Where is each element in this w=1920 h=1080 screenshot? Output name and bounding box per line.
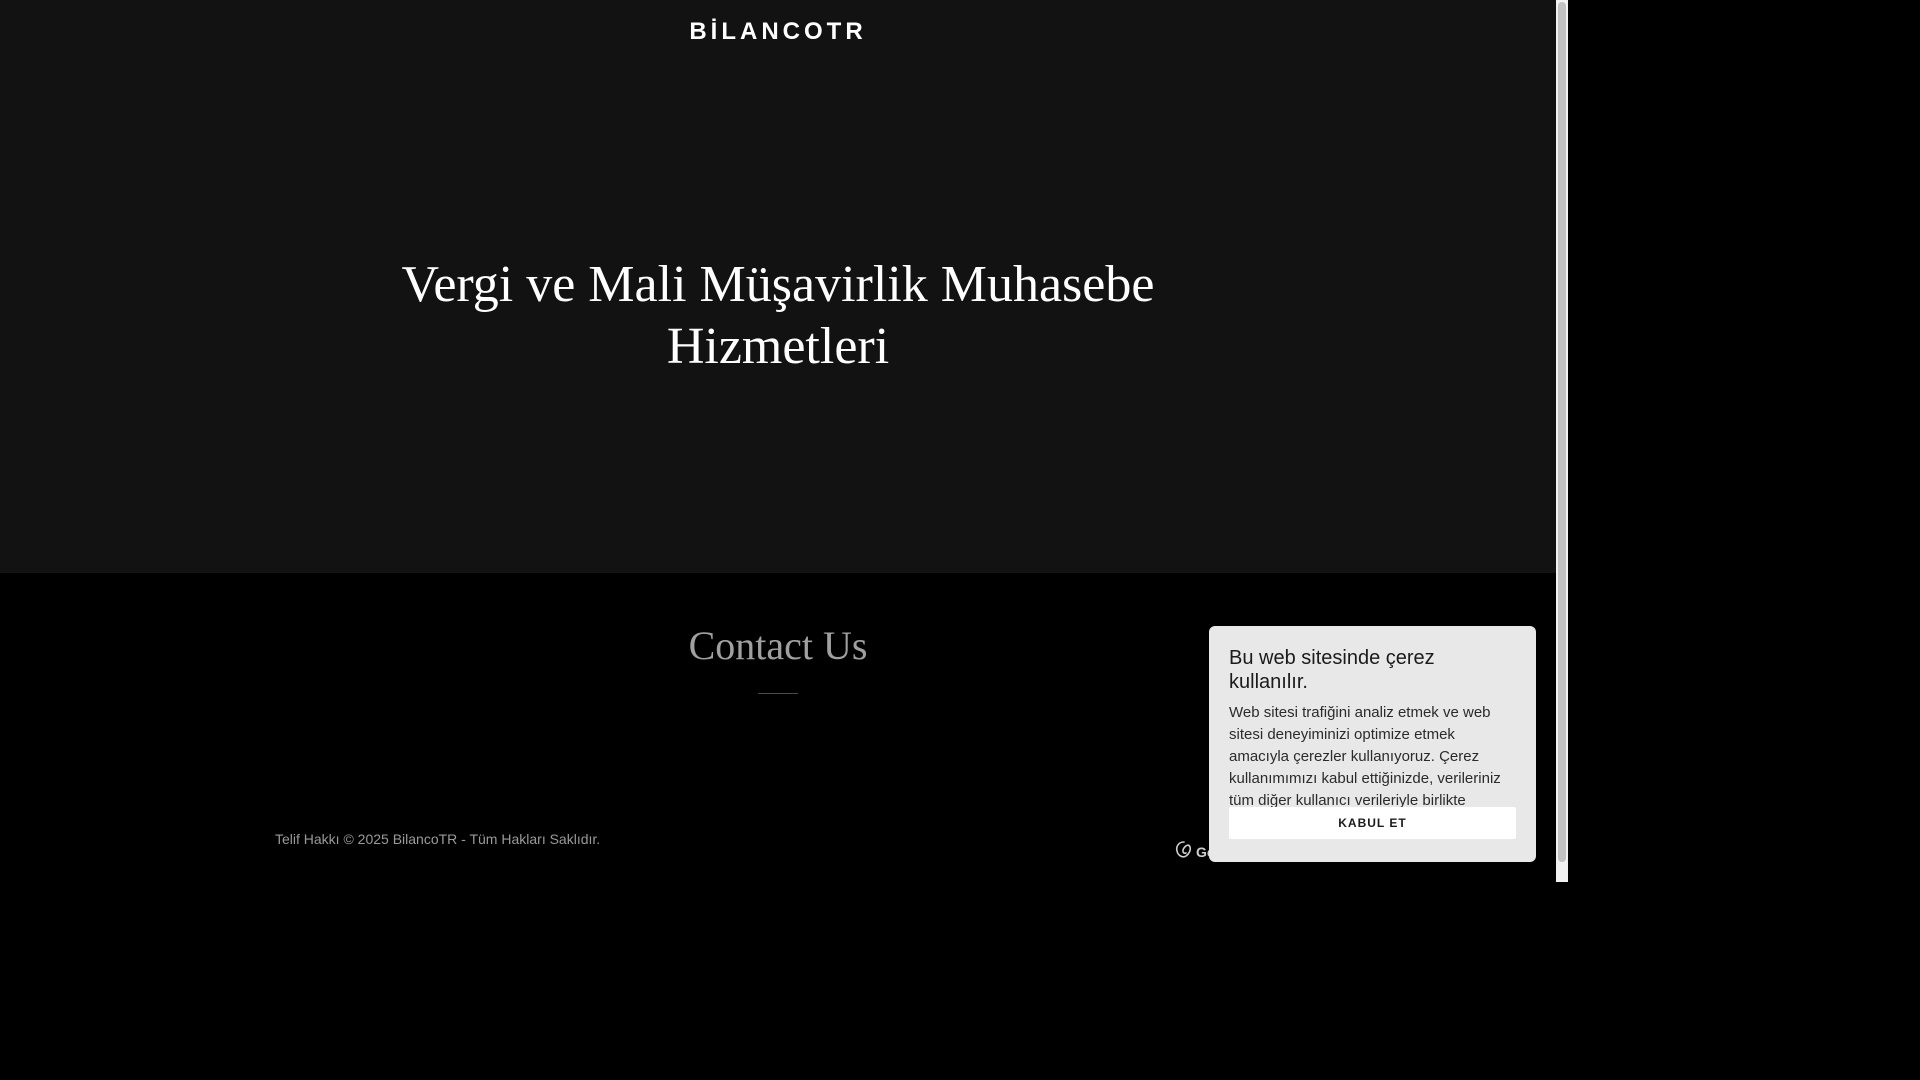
copyright-text: Telif Hakkı © 2025 BilancoTR - Tüm Hakla…	[275, 831, 601, 847]
cookie-title: Bu web sitesinde çerez kullanılır.	[1229, 647, 1435, 693]
cookie-consent-banner: Bu web sitesinde çerez kullanılır. Web s…	[1209, 626, 1536, 862]
godaddy-logo-icon	[1174, 840, 1196, 863]
vertical-scrollbar[interactable]	[1556, 0, 1568, 882]
hero-title: Vergi ve Mali Müşavirlik Muhasebe Hizmet…	[401, 256, 1155, 375]
page: BİLANCOTR Vergi ve Mali Müşavirlik Muhas…	[0, 0, 1556, 882]
hero-section: BİLANCOTR Vergi ve Mali Müşavirlik Muhas…	[0, 0, 1556, 573]
scrollbar-thumb[interactable]	[1558, 2, 1566, 862]
site-brand[interactable]: BİLANCOTR	[0, 18, 1556, 46]
accept-cookies-button[interactable]: KABUL ET	[1229, 807, 1516, 839]
contact-divider	[758, 693, 798, 694]
